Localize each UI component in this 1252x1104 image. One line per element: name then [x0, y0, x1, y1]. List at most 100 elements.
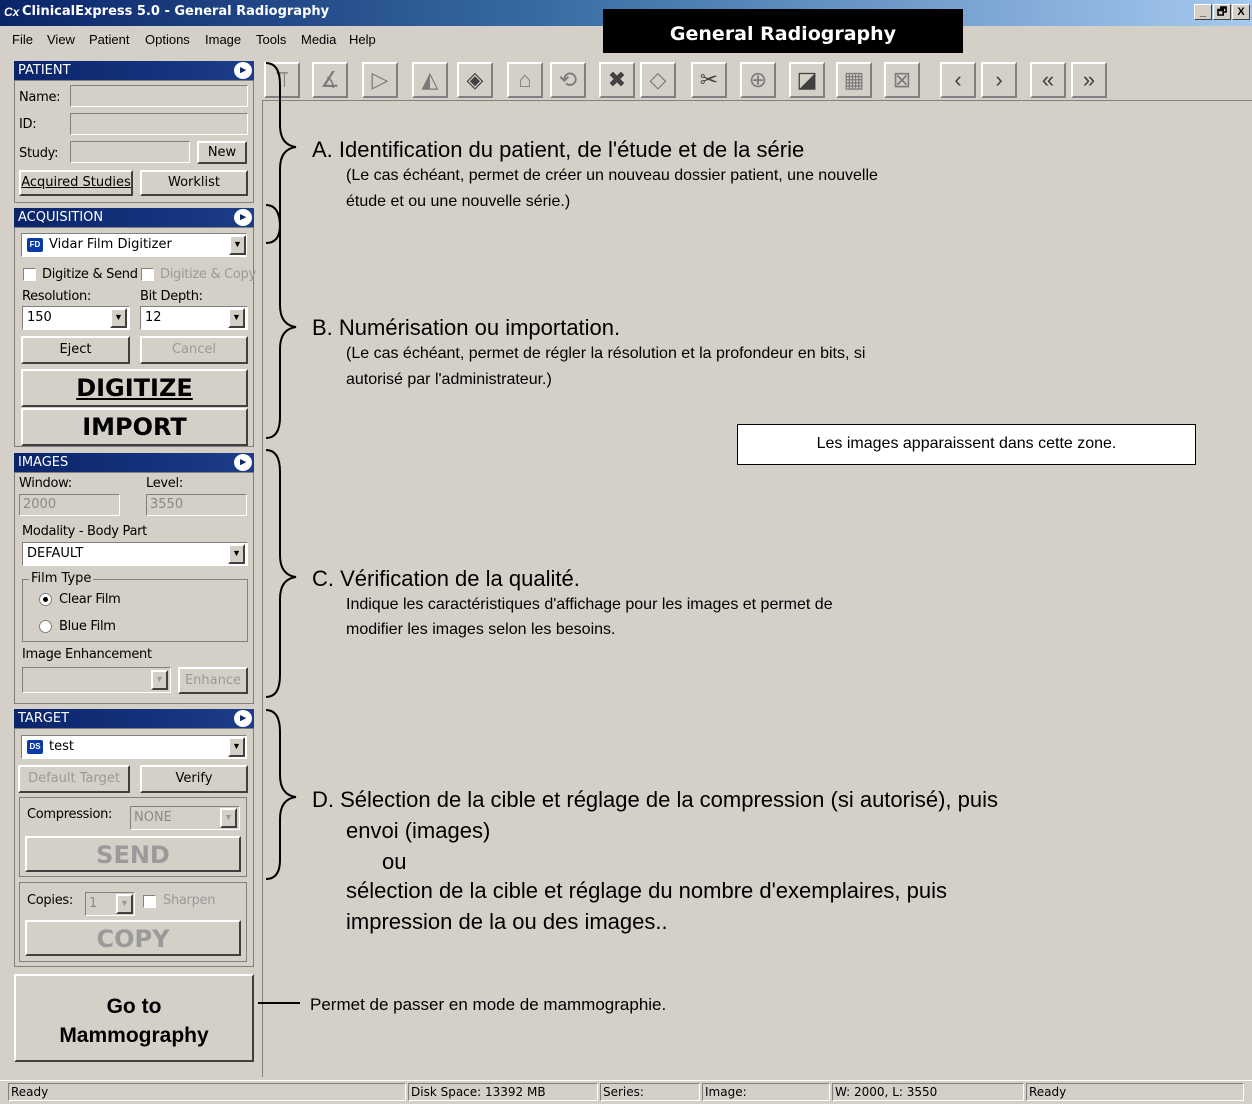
patient-section-header[interactable]: PATIENT — [14, 61, 254, 80]
tile-icon[interactable]: ⊠ — [884, 62, 920, 98]
annotation-b-title: B. Numérisation ou importation. — [312, 315, 621, 340]
digitize-send-label: Digitize & Send — [42, 267, 138, 282]
annotation-c-title: C. Vérification de la qualité. — [312, 566, 580, 591]
default-target-button[interactable]: Default Target — [18, 765, 130, 793]
id-label: ID: — [19, 117, 37, 132]
digitize-button[interactable]: DIGITIZE — [21, 369, 248, 407]
grid-icon[interactable]: ▦ — [836, 62, 872, 98]
status-ready-right: Ready — [1026, 1083, 1244, 1101]
import-button[interactable]: IMPORT — [21, 408, 248, 446]
pointer-icon[interactable]: ▷ — [362, 62, 398, 98]
menu-file[interactable]: File — [12, 32, 33, 47]
sharpen-checkbox[interactable] — [143, 895, 156, 908]
minimize-button[interactable]: _ — [1194, 4, 1212, 20]
bit-depth-value: 12 — [145, 310, 162, 325]
bit-depth-dropdown-icon[interactable]: ▼ — [228, 308, 245, 328]
new-study-button[interactable]: New — [197, 141, 247, 164]
mode-banner: General Radiography — [603, 9, 963, 53]
menu-options[interactable]: Options — [145, 32, 190, 47]
id-field[interactable] — [70, 113, 248, 135]
compression-label: Compression: — [27, 807, 113, 822]
first-icon[interactable]: « — [1030, 62, 1066, 98]
modality-value: DEFAULT — [27, 546, 84, 561]
copies-value: 1 — [89, 896, 98, 911]
send-button[interactable]: SEND — [25, 836, 241, 872]
rotate-measure-icon[interactable]: ∡ — [312, 62, 348, 98]
menu-help[interactable]: Help — [349, 32, 376, 47]
target-badge: DS — [27, 740, 43, 754]
fill-icon[interactable]: ◇ — [640, 62, 676, 98]
annotation-braces — [258, 62, 300, 1004]
brace-d — [265, 709, 297, 880]
annotation-b-sub1: (Le cas échéant, permet de régler la rés… — [346, 345, 866, 362]
images-section-header[interactable]: IMAGES — [14, 453, 254, 472]
target-dropdown-icon[interactable]: ▼ — [228, 737, 245, 757]
eject-button[interactable]: Eject — [21, 336, 130, 364]
mammo-line1: Go to — [106, 995, 162, 1018]
copy-button[interactable]: COPY — [25, 920, 241, 956]
menu-patient[interactable]: Patient — [89, 32, 129, 47]
menu-view[interactable]: View — [47, 32, 75, 47]
film-type-label: Film Type — [29, 571, 94, 586]
clear-film-radio[interactable] — [39, 593, 52, 606]
verify-button[interactable]: Verify — [140, 765, 248, 793]
target-section-header[interactable]: TARGET — [14, 709, 254, 728]
next-icon[interactable]: › — [981, 62, 1017, 98]
digitize-copy-checkbox[interactable] — [141, 268, 154, 281]
window-title: ClinicalExpress 5.0 - General Radiograph… — [22, 4, 330, 19]
collapse-target-icon[interactable]: ▸ — [234, 710, 252, 727]
name-field[interactable] — [70, 85, 248, 107]
study-label: Study: — [19, 146, 59, 161]
compression-dropdown-icon[interactable]: ▼ — [220, 808, 237, 828]
prev-icon[interactable]: ‹ — [940, 62, 976, 98]
status-series: Series: — [600, 1083, 700, 1101]
menu-image[interactable]: Image — [205, 32, 241, 47]
brace-b — [265, 204, 297, 439]
modality-dropdown-icon[interactable]: ▼ — [228, 544, 245, 564]
resolution-value: 150 — [27, 310, 52, 325]
copies-label: Copies: — [27, 893, 73, 908]
close-button[interactable]: X — [1232, 4, 1250, 20]
cut-icon[interactable]: ✂ — [691, 62, 727, 98]
digitize-copy-label: Digitize & Copy — [160, 267, 256, 282]
restore-button[interactable]: 🗗 — [1213, 4, 1231, 20]
annotation-c-sub1: Indique les caractéristiques d'affichage… — [346, 596, 833, 613]
cancel-button[interactable]: Cancel — [140, 336, 248, 364]
collapse-acquisition-icon[interactable]: ▸ — [234, 209, 252, 226]
collapse-patient-icon[interactable]: ▸ — [234, 62, 252, 79]
menu-tools[interactable]: Tools — [256, 32, 286, 47]
app-window: Cx ClinicalExpress 5.0 - General Radiogr… — [0, 0, 1252, 1104]
collapse-images-icon[interactable]: ▸ — [234, 454, 252, 471]
digitize-send-checkbox[interactable] — [23, 268, 36, 281]
zoom-icon[interactable]: ⊕ — [740, 62, 776, 98]
flip-horizontal-icon[interactable]: ◭ — [412, 62, 448, 98]
go-to-mammography-button[interactable]: Go to Mammography — [14, 974, 254, 1062]
enhancement-select[interactable] — [22, 667, 171, 693]
last-icon[interactable]: » — [1071, 62, 1107, 98]
film-type-group — [22, 579, 248, 642]
acquisition-section-header[interactable]: ACQUISITION — [14, 208, 254, 227]
worklist-button[interactable]: Worklist — [140, 170, 248, 196]
blue-film-radio[interactable] — [39, 620, 52, 633]
paint-icon[interactable]: ◪ — [789, 62, 825, 98]
enhance-button[interactable]: Enhance — [178, 667, 248, 694]
resolution-label: Resolution: — [22, 289, 92, 304]
rotate-page-icon[interactable]: ⟲ — [550, 62, 586, 98]
delete-icon[interactable]: ✖ — [599, 62, 635, 98]
annotation-mammo-note: Permet de passer en mode de mammographie… — [310, 995, 667, 1014]
resolution-dropdown-icon[interactable]: ▼ — [110, 308, 127, 328]
enhancement-dropdown-icon[interactable]: ▼ — [151, 670, 168, 690]
annotation-a-title: A. Identification du patient, de l'étude… — [312, 137, 805, 162]
study-field[interactable] — [70, 141, 190, 163]
home-icon[interactable]: ⌂ — [507, 62, 543, 98]
images-header-label: IMAGES — [18, 455, 69, 470]
acquired-studies-button[interactable]: Acquired Studies — [19, 170, 133, 196]
annotation-d-line3: ou — [382, 849, 407, 874]
copies-dropdown-icon[interactable]: ▼ — [116, 894, 133, 914]
device-badge: FD — [27, 238, 43, 252]
menu-media[interactable]: Media — [301, 32, 336, 47]
annotation-d-line5: impression de la ou des images.. — [346, 909, 668, 934]
image-zone-note: Les images apparaissent dans cette zone. — [737, 424, 1196, 465]
device-dropdown-icon[interactable]: ▼ — [229, 235, 246, 255]
fit-screen-icon[interactable]: ◈ — [457, 62, 493, 98]
